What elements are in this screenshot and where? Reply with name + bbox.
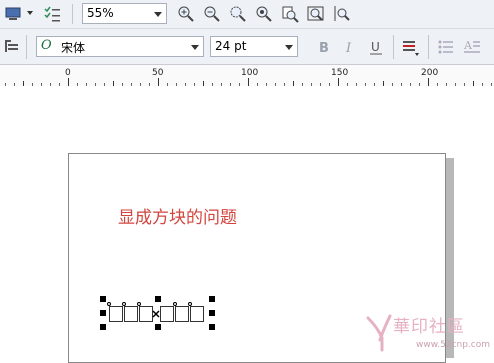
text-object-icon[interactable] [2, 37, 22, 57]
font-size-select[interactable]: 24 pt [210, 36, 298, 57]
node-handle[interactable] [137, 302, 141, 306]
watermark-url: www.52cnp.com [416, 340, 491, 350]
toolbar-separator [393, 35, 394, 59]
chevron-down-icon [285, 45, 293, 50]
monitor-icon[interactable] [3, 4, 23, 24]
center-x-icon [152, 310, 160, 318]
missing-glyph-box [160, 306, 174, 322]
missing-glyph-box [190, 306, 204, 322]
node-handle[interactable] [173, 302, 177, 306]
zoom-selected-icon[interactable] [228, 4, 248, 24]
selection-handle[interactable] [209, 310, 215, 316]
selection-handle[interactable] [155, 324, 161, 330]
horizontal-ruler[interactable]: 0 50 100 150 200 [0, 65, 494, 87]
selection-handle[interactable] [209, 296, 215, 302]
zoom-all-icon[interactable] [254, 4, 274, 24]
selected-text-object[interactable] [97, 293, 217, 333]
ruler-label: 150 [331, 68, 349, 78]
underline-icon[interactable]: U [366, 37, 386, 57]
selection-handle[interactable] [100, 296, 106, 302]
svg-text:B: B [319, 41, 329, 56]
missing-glyph-box [124, 306, 138, 322]
toolbar-separator [26, 35, 27, 59]
zoom-page-icon[interactable] [280, 4, 300, 24]
watermark-text: 華印社區 [393, 317, 465, 337]
ruler-label: 100 [241, 68, 259, 78]
zoom-page-width-icon[interactable] [306, 4, 326, 24]
selection-handle[interactable] [155, 296, 161, 302]
standard-toolbar: 55% [0, 0, 494, 29]
chevron-down-icon [154, 12, 162, 17]
drop-cap-icon[interactable]: A [462, 37, 482, 57]
selection-handle[interactable] [209, 324, 215, 330]
svg-text:I: I [345, 41, 352, 56]
ruler-label: 0 [65, 68, 71, 78]
ruler-label: 50 [152, 68, 164, 78]
node-handle[interactable] [107, 302, 111, 306]
italic-icon[interactable]: I [340, 37, 360, 57]
text-property-bar: O 宋体 24 pt B I U A [0, 29, 494, 65]
opentype-font-icon: O [41, 38, 52, 53]
font-family-select[interactable]: O 宋体 [36, 36, 204, 57]
zoom-in-icon[interactable] [176, 4, 196, 24]
selection-handle[interactable] [100, 310, 106, 316]
text-align-icon[interactable] [400, 37, 420, 57]
node-handle[interactable] [188, 302, 192, 306]
missing-glyph-box [175, 306, 189, 322]
zoom-page-height-icon[interactable] [332, 4, 352, 24]
bold-icon[interactable]: B [314, 37, 334, 57]
chevron-down-icon[interactable] [27, 11, 33, 15]
svg-text:U: U [371, 40, 380, 54]
zoom-select[interactable]: 55% [82, 3, 167, 24]
chevron-down-icon [191, 45, 199, 50]
zoom-value: 55% [87, 6, 114, 20]
document-text[interactable]: 显成方块的问题 [118, 203, 237, 228]
font-family-value: 宋体 [61, 41, 86, 55]
zoom-out-icon[interactable] [202, 4, 222, 24]
list-check-icon[interactable] [42, 4, 62, 24]
svg-text:A: A [463, 39, 473, 52]
bullet-list-icon[interactable] [436, 37, 456, 57]
missing-glyph-box [109, 306, 123, 322]
font-size-value: 24 pt [215, 39, 247, 53]
selection-handle[interactable] [100, 324, 106, 330]
node-handle[interactable] [122, 302, 126, 306]
ruler-label: 200 [421, 68, 439, 78]
toolbar-separator [72, 4, 73, 24]
toolbar-separator [428, 35, 429, 59]
